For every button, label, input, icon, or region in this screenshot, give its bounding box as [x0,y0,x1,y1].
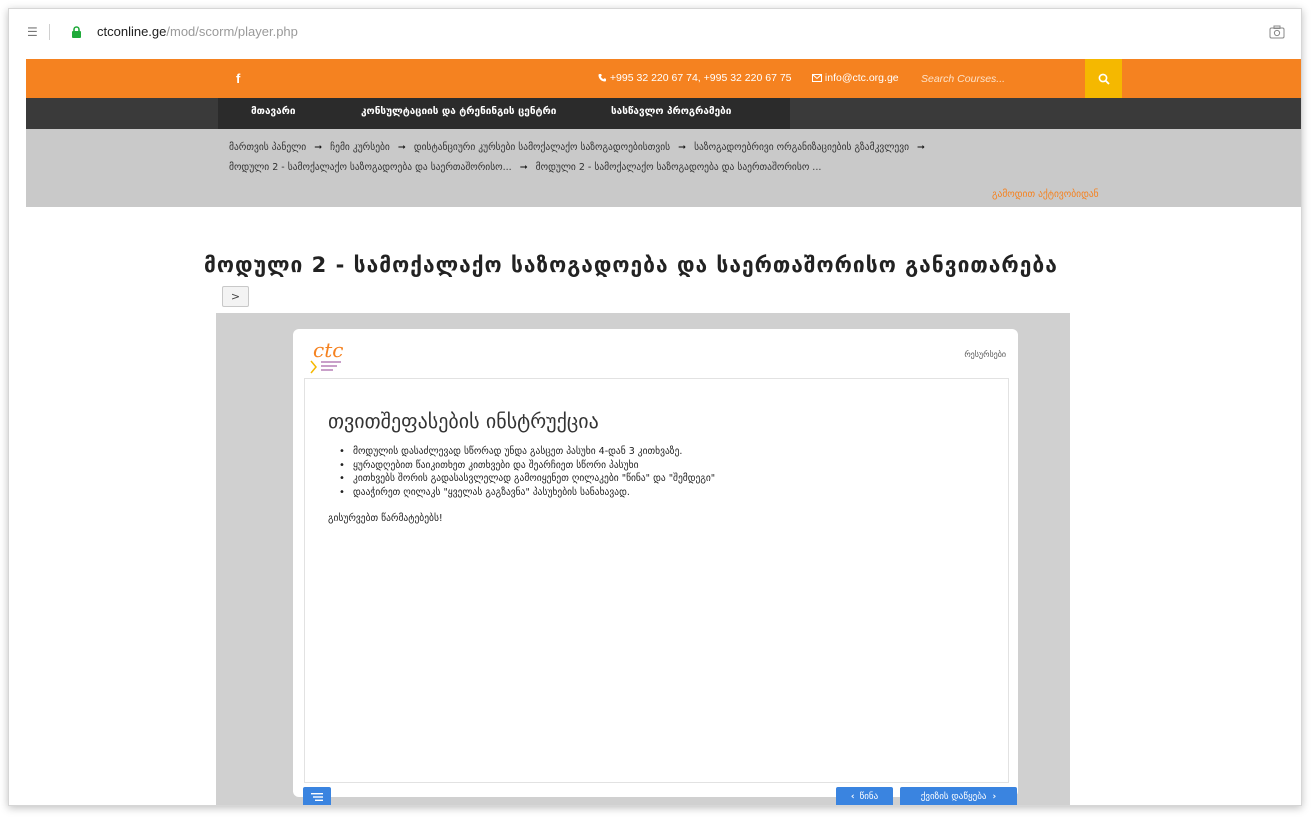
url-path: /mod/scorm/player.php [166,24,298,39]
chevron-right-icon: › [992,792,997,802]
contact-bar: f +995 32 220 67 74, +995 32 220 67 75 i… [26,59,1301,98]
camera-icon[interactable] [1269,25,1285,39]
nav-item-programs[interactable]: სასწავლო პროგრამები [611,106,731,117]
browser-window: ☰ ctconline.ge/mod/scorm/player.php f +9… [8,8,1302,806]
start-quiz-button[interactable]: ქვიზის დაწყება › [900,787,1017,805]
tabs-menu-icon[interactable]: ☰ [27,25,38,39]
nav-group: მთავარი კონსულტაციის და ტრენინგის ცენტრი… [218,98,790,129]
previous-label: წინა [859,792,879,802]
player-card: ctc რესურსები თვითშეფასების ინსტრუქცია მ… [293,329,1018,797]
url-host: ctconline.ge [97,24,167,39]
email-contact[interactable]: info@ctc.org.ge [812,72,899,84]
breadcrumb-line-2: მოდული 2 - სამოქალაქო საზოგადოება და საე… [229,162,821,173]
toc-toggle-button[interactable]: > [222,286,249,307]
previous-button[interactable]: ‹ წინა [836,787,893,805]
search-input[interactable] [917,67,1081,91]
list-item: დააჭირეთ ღილაკს "ყველას გაგზავნა" პასუხე… [328,486,715,500]
start-quiz-label: ქვიზის დაწყება [920,792,987,802]
arrow-right-icon: ➞ [917,142,925,153]
arrow-right-icon: ➞ [519,162,528,173]
breadcrumb-item[interactable]: საზოგადოებრივი ორგანიზაციების გზამკვლევი [694,142,909,153]
nav-item-center[interactable]: კონსულტაციის და ტრენინგის ცენტრი [361,106,556,117]
list-item: ყურადღებით წაიკითხეთ კითხვები და შეარჩიე… [328,459,715,473]
address-bar: ☰ ctconline.ge/mod/scorm/player.php [9,9,1301,57]
scorm-player: ctc რესურსები თვითშეფასების ინსტრუქცია მ… [216,313,1070,805]
ctc-logo: ctc [310,338,343,374]
slide-heading: თვითშეფასების ინსტრუქცია [328,409,599,433]
list-item: მოდულის დასაძლევად სწორად უნდა გასცეთ პა… [328,445,715,459]
breadcrumb-line-1: მართვის პანელი ➞ ჩემი კურსები ➞ დისტანციური … [229,142,933,153]
arrow-right-icon: ➞ [678,142,687,153]
facebook-icon[interactable]: f [236,71,240,86]
breadcrumb-item[interactable]: მართვის პანელი [229,142,306,153]
svg-text:ctc: ctc [313,338,343,362]
list-icon [311,793,323,801]
slide-content: თვითშეფასების ინსტრუქცია მოდულის დასაძლე… [304,378,1009,783]
divider [49,24,50,40]
nav-item-home[interactable]: მთავარი [251,106,296,117]
breadcrumb-item[interactable]: ჩემი კურსები [330,142,390,153]
exit-activity-link[interactable]: გამოდით აქტივობიდან [992,189,1099,200]
phone-text: +995 32 220 67 74, +995 32 220 67 75 [609,72,792,84]
arrow-right-icon: ➞ [397,142,406,153]
phone-icon [598,74,606,82]
page-title: მოდული 2 - სამოქალაქო საზოგადოება და საე… [204,253,1058,277]
resources-link[interactable]: რესურსები [964,350,1006,359]
arrow-right-icon: ➞ [314,142,323,153]
closing-text: გისურვებთ წარმატებებს! [328,513,443,524]
email-text: info@ctc.org.ge [824,72,899,84]
breadcrumb-item-current: მოდული 2 - სამოქალაქო საზოგადოება და საე… [535,162,822,173]
list-item: კითხვებს შორის გადასასვლელად გამოიყენეთ … [328,472,715,486]
breadcrumb: მართვის პანელი ➞ ჩემი კურსები ➞ დისტანციური … [26,129,1301,207]
breadcrumb-item[interactable]: მოდული 2 - სამოქალაქო საზოგადოება და საე… [229,162,512,173]
main-nav: მთავარი კონსულტაციის და ტრენინგის ცენტრი… [26,98,1301,129]
envelope-icon [812,74,822,82]
menu-list-button[interactable] [303,787,331,805]
instruction-list: მოდულის დასაძლევად სწორად უნდა გასცეთ პა… [328,445,715,499]
chevron-left-icon: ‹ [850,792,855,802]
url-field[interactable]: ctconline.ge/mod/scorm/player.php [97,24,298,39]
search-icon [1098,73,1110,85]
breadcrumb-item[interactable]: დისტანციური კურსები სამოქალაქო საზოგადოე… [414,142,670,153]
search-button[interactable] [1085,59,1122,98]
phone-contact[interactable]: +995 32 220 67 74, +995 32 220 67 75 [598,72,792,84]
lock-icon [72,26,81,38]
